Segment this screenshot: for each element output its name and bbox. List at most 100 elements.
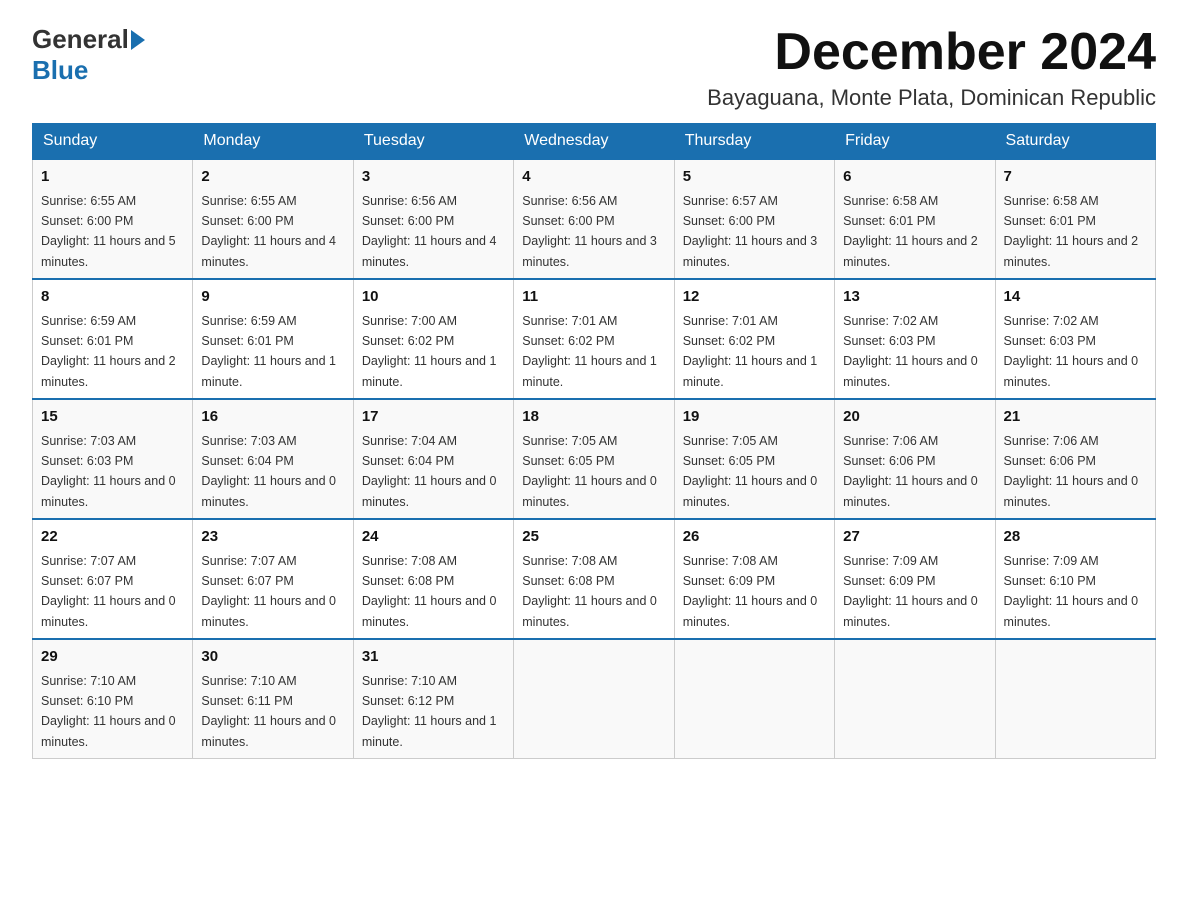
day-info: Sunrise: 6:58 AMSunset: 6:01 PMDaylight:… <box>1004 194 1139 269</box>
header-thursday: Thursday <box>674 124 834 160</box>
table-row: 13 Sunrise: 7:02 AMSunset: 6:03 PMDayligh… <box>835 279 995 399</box>
day-info: Sunrise: 7:10 AMSunset: 6:12 PMDaylight:… <box>362 674 497 749</box>
day-number: 16 <box>201 406 344 429</box>
table-row: 11 Sunrise: 7:01 AMSunset: 6:02 PMDayligh… <box>514 279 674 399</box>
month-title: December 2024 <box>707 24 1156 81</box>
day-number: 3 <box>362 166 505 189</box>
table-row: 3Sunrise: 6:56 AMSunset: 6:00 PMDaylight… <box>353 159 513 279</box>
table-row: 23 Sunrise: 7:07 AMSunset: 6:07 PMDayligh… <box>193 519 353 639</box>
header-monday: Monday <box>193 124 353 160</box>
day-number: 9 <box>201 286 344 309</box>
table-row: 22 Sunrise: 7:07 AMSunset: 6:07 PMDayligh… <box>33 519 193 639</box>
day-number: 22 <box>41 526 184 549</box>
table-row: 1 Sunrise: 6:55 AMSunset: 6:00 PMDaylight… <box>33 159 193 279</box>
table-row: 14 Sunrise: 7:02 AMSunset: 6:03 PMDayligh… <box>995 279 1155 399</box>
table-row: 26Sunrise: 7:08 AMSunset: 6:09 PMDayligh… <box>674 519 834 639</box>
day-number: 23 <box>201 526 344 549</box>
day-number: 7 <box>1004 166 1147 189</box>
day-number: 11 <box>522 286 665 309</box>
header-wednesday: Wednesday <box>514 124 674 160</box>
table-row: 2 Sunrise: 6:55 AMSunset: 6:00 PMDaylight… <box>193 159 353 279</box>
day-number: 2 <box>201 166 344 189</box>
day-info: Sunrise: 7:09 AMSunset: 6:10 PMDaylight:… <box>1004 554 1139 629</box>
day-number: 29 <box>41 646 184 669</box>
logo: General Blue <box>32 24 147 86</box>
day-number: 19 <box>683 406 826 429</box>
day-number: 28 <box>1004 526 1147 549</box>
day-number: 17 <box>362 406 505 429</box>
day-info: Sunrise: 7:04 AMSunset: 6:04 PMDaylight:… <box>362 434 497 509</box>
table-row: 27 Sunrise: 7:09 AMSunset: 6:09 PMDayligh… <box>835 519 995 639</box>
logo-blue-text: Blue <box>32 55 88 86</box>
calendar-week-row: 1 Sunrise: 6:55 AMSunset: 6:00 PMDaylight… <box>33 159 1156 279</box>
calendar-week-row: 8 Sunrise: 6:59 AMSunset: 6:01 PMDaylight… <box>33 279 1156 399</box>
day-info: Sunrise: 7:07 AMSunset: 6:07 PMDaylight:… <box>201 554 336 629</box>
day-info: Sunrise: 7:09 AMSunset: 6:09 PMDaylight:… <box>843 554 978 629</box>
header-tuesday: Tuesday <box>353 124 513 160</box>
table-row: 17 Sunrise: 7:04 AMSunset: 6:04 PMDayligh… <box>353 399 513 519</box>
day-number: 5 <box>683 166 826 189</box>
table-row <box>995 639 1155 759</box>
table-row: 28 Sunrise: 7:09 AMSunset: 6:10 PMDayligh… <box>995 519 1155 639</box>
weekday-header-row: Sunday Monday Tuesday Wednesday Thursday… <box>33 124 1156 160</box>
day-number: 18 <box>522 406 665 429</box>
table-row: 6 Sunrise: 6:58 AMSunset: 6:01 PMDaylight… <box>835 159 995 279</box>
table-row: 25 Sunrise: 7:08 AMSunset: 6:08 PMDayligh… <box>514 519 674 639</box>
day-number: 13 <box>843 286 986 309</box>
table-row <box>835 639 995 759</box>
day-info: Sunrise: 7:00 AMSunset: 6:02 PMDaylight:… <box>362 314 497 389</box>
table-row: 7 Sunrise: 6:58 AMSunset: 6:01 PMDaylight… <box>995 159 1155 279</box>
day-number: 15 <box>41 406 184 429</box>
day-info: Sunrise: 6:55 AMSunset: 6:00 PMDaylight:… <box>41 194 176 269</box>
day-number: 30 <box>201 646 344 669</box>
day-number: 21 <box>1004 406 1147 429</box>
day-number: 14 <box>1004 286 1147 309</box>
day-info: Sunrise: 6:59 AMSunset: 6:01 PMDaylight:… <box>201 314 336 389</box>
table-row: 15 Sunrise: 7:03 AMSunset: 6:03 PMDayligh… <box>33 399 193 519</box>
day-number: 27 <box>843 526 986 549</box>
day-info: Sunrise: 6:55 AMSunset: 6:00 PMDaylight:… <box>201 194 336 269</box>
day-info: Sunrise: 7:08 AMSunset: 6:08 PMDaylight:… <box>362 554 497 629</box>
table-row: 10 Sunrise: 7:00 AMSunset: 6:02 PMDayligh… <box>353 279 513 399</box>
page-header: General Blue December 2024 Bayaguana, Mo… <box>32 24 1156 111</box>
table-row: 5Sunrise: 6:57 AMSunset: 6:00 PMDaylight… <box>674 159 834 279</box>
day-info: Sunrise: 7:08 AMSunset: 6:08 PMDaylight:… <box>522 554 657 629</box>
table-row: 16Sunrise: 7:03 AMSunset: 6:04 PMDayligh… <box>193 399 353 519</box>
day-number: 1 <box>41 166 184 189</box>
day-info: Sunrise: 6:56 AMSunset: 6:00 PMDaylight:… <box>522 194 657 269</box>
header-sunday: Sunday <box>33 124 193 160</box>
day-number: 4 <box>522 166 665 189</box>
table-row: 20Sunrise: 7:06 AMSunset: 6:06 PMDayligh… <box>835 399 995 519</box>
logo-general-text: General <box>32 24 129 55</box>
logo-triangle-icon <box>131 30 145 50</box>
day-number: 25 <box>522 526 665 549</box>
day-info: Sunrise: 7:01 AMSunset: 6:02 PMDaylight:… <box>522 314 657 389</box>
day-info: Sunrise: 7:02 AMSunset: 6:03 PMDaylight:… <box>1004 314 1139 389</box>
day-number: 6 <box>843 166 986 189</box>
calendar-week-row: 22 Sunrise: 7:07 AMSunset: 6:07 PMDayligh… <box>33 519 1156 639</box>
table-row: 29Sunrise: 7:10 AMSunset: 6:10 PMDayligh… <box>33 639 193 759</box>
table-row: 30Sunrise: 7:10 AMSunset: 6:11 PMDayligh… <box>193 639 353 759</box>
day-info: Sunrise: 7:02 AMSunset: 6:03 PMDaylight:… <box>843 314 978 389</box>
table-row <box>674 639 834 759</box>
table-row <box>514 639 674 759</box>
table-row: 12 Sunrise: 7:01 AMSunset: 6:02 PMDayligh… <box>674 279 834 399</box>
table-row: 9 Sunrise: 6:59 AMSunset: 6:01 PMDaylight… <box>193 279 353 399</box>
day-info: Sunrise: 7:07 AMSunset: 6:07 PMDaylight:… <box>41 554 176 629</box>
day-info: Sunrise: 7:03 AMSunset: 6:03 PMDaylight:… <box>41 434 176 509</box>
calendar-table: Sunday Monday Tuesday Wednesday Thursday… <box>32 123 1156 759</box>
calendar-week-row: 15 Sunrise: 7:03 AMSunset: 6:03 PMDayligh… <box>33 399 1156 519</box>
day-info: Sunrise: 7:05 AMSunset: 6:05 PMDaylight:… <box>522 434 657 509</box>
table-row: 19Sunrise: 7:05 AMSunset: 6:05 PMDayligh… <box>674 399 834 519</box>
header-saturday: Saturday <box>995 124 1155 160</box>
calendar-week-row: 29Sunrise: 7:10 AMSunset: 6:10 PMDayligh… <box>33 639 1156 759</box>
day-info: Sunrise: 7:01 AMSunset: 6:02 PMDaylight:… <box>683 314 818 389</box>
table-row: 21Sunrise: 7:06 AMSunset: 6:06 PMDayligh… <box>995 399 1155 519</box>
day-number: 10 <box>362 286 505 309</box>
day-number: 8 <box>41 286 184 309</box>
table-row: 4 Sunrise: 6:56 AMSunset: 6:00 PMDaylight… <box>514 159 674 279</box>
table-row: 18 Sunrise: 7:05 AMSunset: 6:05 PMDayligh… <box>514 399 674 519</box>
day-info: Sunrise: 6:58 AMSunset: 6:01 PMDaylight:… <box>843 194 978 269</box>
location-title: Bayaguana, Monte Plata, Dominican Republ… <box>707 85 1156 111</box>
day-number: 12 <box>683 286 826 309</box>
